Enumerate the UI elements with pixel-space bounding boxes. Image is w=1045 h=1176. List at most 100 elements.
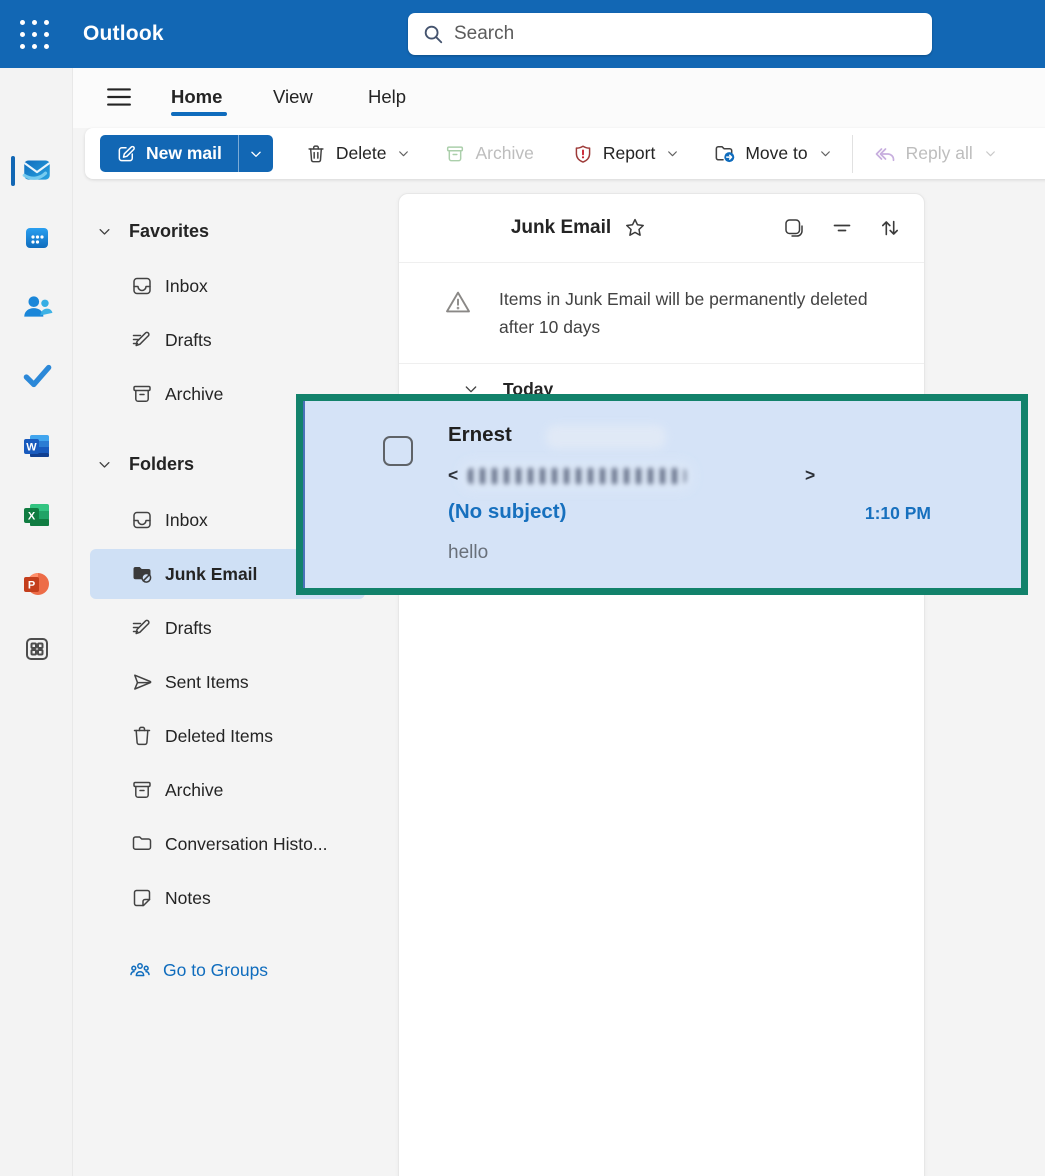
folder-pane: Favorites Inbox Drafts Archive Folders I… — [73, 183, 398, 1176]
top-app-bar: Outlook — [0, 0, 1045, 68]
svg-text:X: X — [27, 511, 35, 523]
rail-powerpoint-icon[interactable]: P — [0, 556, 73, 612]
tab-home[interactable]: Home — [171, 78, 222, 116]
report-button[interactable]: Report — [562, 135, 690, 172]
annotation-highlight-box: Ernest < > (No subject) 1:10 PM hello — [296, 394, 1028, 595]
tab-view[interactable]: View — [273, 78, 313, 116]
warning-text: Items in Junk Email will be permanently … — [499, 285, 879, 341]
command-toolbar: New mail Delete Archive Report Move to R… — [85, 128, 1045, 179]
chevron-down-icon — [984, 147, 997, 160]
favorite-star-icon[interactable] — [623, 216, 647, 240]
drafts-icon — [130, 328, 154, 352]
rail-mail-icon[interactable] — [0, 142, 73, 198]
junk-retention-warning: Items in Junk Email will be permanently … — [399, 263, 924, 364]
search-input[interactable] — [454, 13, 932, 55]
message-list-header: Junk Email — [399, 194, 924, 263]
address-open-bracket: < — [448, 465, 458, 486]
move-to-button[interactable]: Move to — [703, 135, 841, 172]
junk-folder-icon — [130, 562, 154, 586]
email-time: 1:10 PM — [865, 503, 931, 524]
delete-label: Delete — [336, 143, 387, 164]
email-list-item[interactable]: Ernest < > (No subject) 1:10 PM hello — [303, 401, 1021, 588]
trash-icon — [130, 724, 154, 748]
email-sender: Ernest — [448, 423, 512, 446]
message-list-pane: Junk Email Items in Junk Email will be p… — [398, 193, 925, 1176]
sidebar-item-conversation-history[interactable]: Conversation Histo... — [90, 819, 365, 869]
chevron-down-icon — [97, 224, 112, 239]
app-launcher-icon[interactable] — [11, 11, 57, 57]
move-to-folder-icon — [713, 142, 736, 165]
ribbon-tabs-row: Home View Help — [73, 68, 1045, 128]
go-to-groups-link[interactable]: Go to Groups — [90, 945, 365, 995]
email-address-line: < > — [448, 465, 818, 489]
email-subject: (No subject) — [448, 500, 566, 523]
groups-icon — [128, 957, 152, 983]
address-close-bracket: > — [805, 465, 815, 486]
sidebar-item-deleted-items[interactable]: Deleted Items — [90, 711, 365, 761]
archive-icon — [130, 778, 154, 802]
move-to-label: Move to — [745, 143, 807, 164]
archive-button[interactable]: Archive — [434, 135, 543, 172]
rail-more-apps-icon[interactable] — [0, 621, 73, 677]
redacted-email-address — [468, 468, 686, 484]
new-mail-button[interactable]: New mail — [100, 135, 273, 172]
redacted-sender-last-name — [546, 425, 666, 449]
folder-title: Junk Email — [511, 217, 611, 239]
email-checkbox[interactable] — [383, 436, 413, 466]
chevron-down-icon — [819, 147, 832, 160]
reply-all-button[interactable]: Reply all — [863, 135, 1007, 172]
chevron-down-icon — [666, 147, 679, 160]
drafts-icon — [130, 616, 154, 640]
sidebar-item-notes[interactable]: Notes — [90, 873, 365, 923]
sidebar-item-inbox-favorite[interactable]: Inbox — [90, 261, 365, 311]
chevron-down-icon — [397, 147, 410, 160]
app-title: Outlook — [83, 22, 164, 46]
tab-help[interactable]: Help — [368, 78, 406, 116]
svg-text:P: P — [27, 580, 34, 592]
reply-all-icon — [873, 142, 897, 166]
active-tab-indicator — [171, 112, 227, 116]
toolbar-divider — [852, 135, 853, 173]
compose-icon — [116, 144, 136, 164]
archive-label: Archive — [475, 143, 533, 164]
favorites-section-header[interactable]: Favorites — [90, 208, 388, 254]
new-mail-label: New mail — [146, 143, 222, 164]
sent-icon — [130, 670, 154, 694]
folder-icon — [130, 832, 154, 856]
report-label: Report — [603, 143, 656, 164]
archive-icon — [444, 143, 466, 165]
delete-button[interactable]: Delete — [295, 135, 421, 172]
rail-excel-icon[interactable]: X — [0, 487, 73, 543]
rail-calendar-icon[interactable] — [0, 210, 73, 266]
sidebar-item-archive[interactable]: Archive — [90, 765, 365, 815]
reply-all-label: Reply all — [906, 143, 973, 164]
sort-icon[interactable] — [878, 216, 902, 240]
rail-people-icon[interactable] — [0, 279, 73, 335]
new-mail-dropdown[interactable] — [239, 135, 273, 172]
email-preview: hello — [448, 542, 488, 564]
rail-selected-indicator — [11, 156, 15, 186]
favorites-section-label: Favorites — [129, 221, 209, 242]
sidebar-item-drafts-favorite[interactable]: Drafts — [90, 315, 365, 365]
report-shield-icon — [572, 143, 594, 165]
trash-icon — [305, 143, 327, 165]
sidebar-item-sent-items[interactable]: Sent Items — [90, 657, 365, 707]
warning-triangle-icon — [443, 287, 473, 317]
sidebar-item-drafts[interactable]: Drafts — [90, 603, 365, 653]
inbox-icon — [130, 274, 154, 298]
hamburger-menu-icon[interactable] — [101, 81, 137, 113]
search-bar[interactable] — [408, 13, 932, 55]
selection-accent-bar — [303, 401, 305, 588]
filter-icon[interactable] — [830, 216, 854, 240]
rail-word-icon[interactable]: W — [0, 418, 73, 474]
rail-todo-icon[interactable] — [0, 348, 73, 404]
chevron-down-icon — [249, 147, 263, 161]
inbox-icon — [130, 508, 154, 532]
chevron-down-icon — [97, 457, 112, 472]
app-rail: W X P — [0, 68, 73, 1176]
select-all-icon[interactable] — [782, 216, 806, 240]
search-icon — [422, 23, 444, 45]
folders-section-label: Folders — [129, 454, 194, 475]
archive-icon — [130, 382, 154, 406]
svg-text:W: W — [26, 442, 37, 454]
